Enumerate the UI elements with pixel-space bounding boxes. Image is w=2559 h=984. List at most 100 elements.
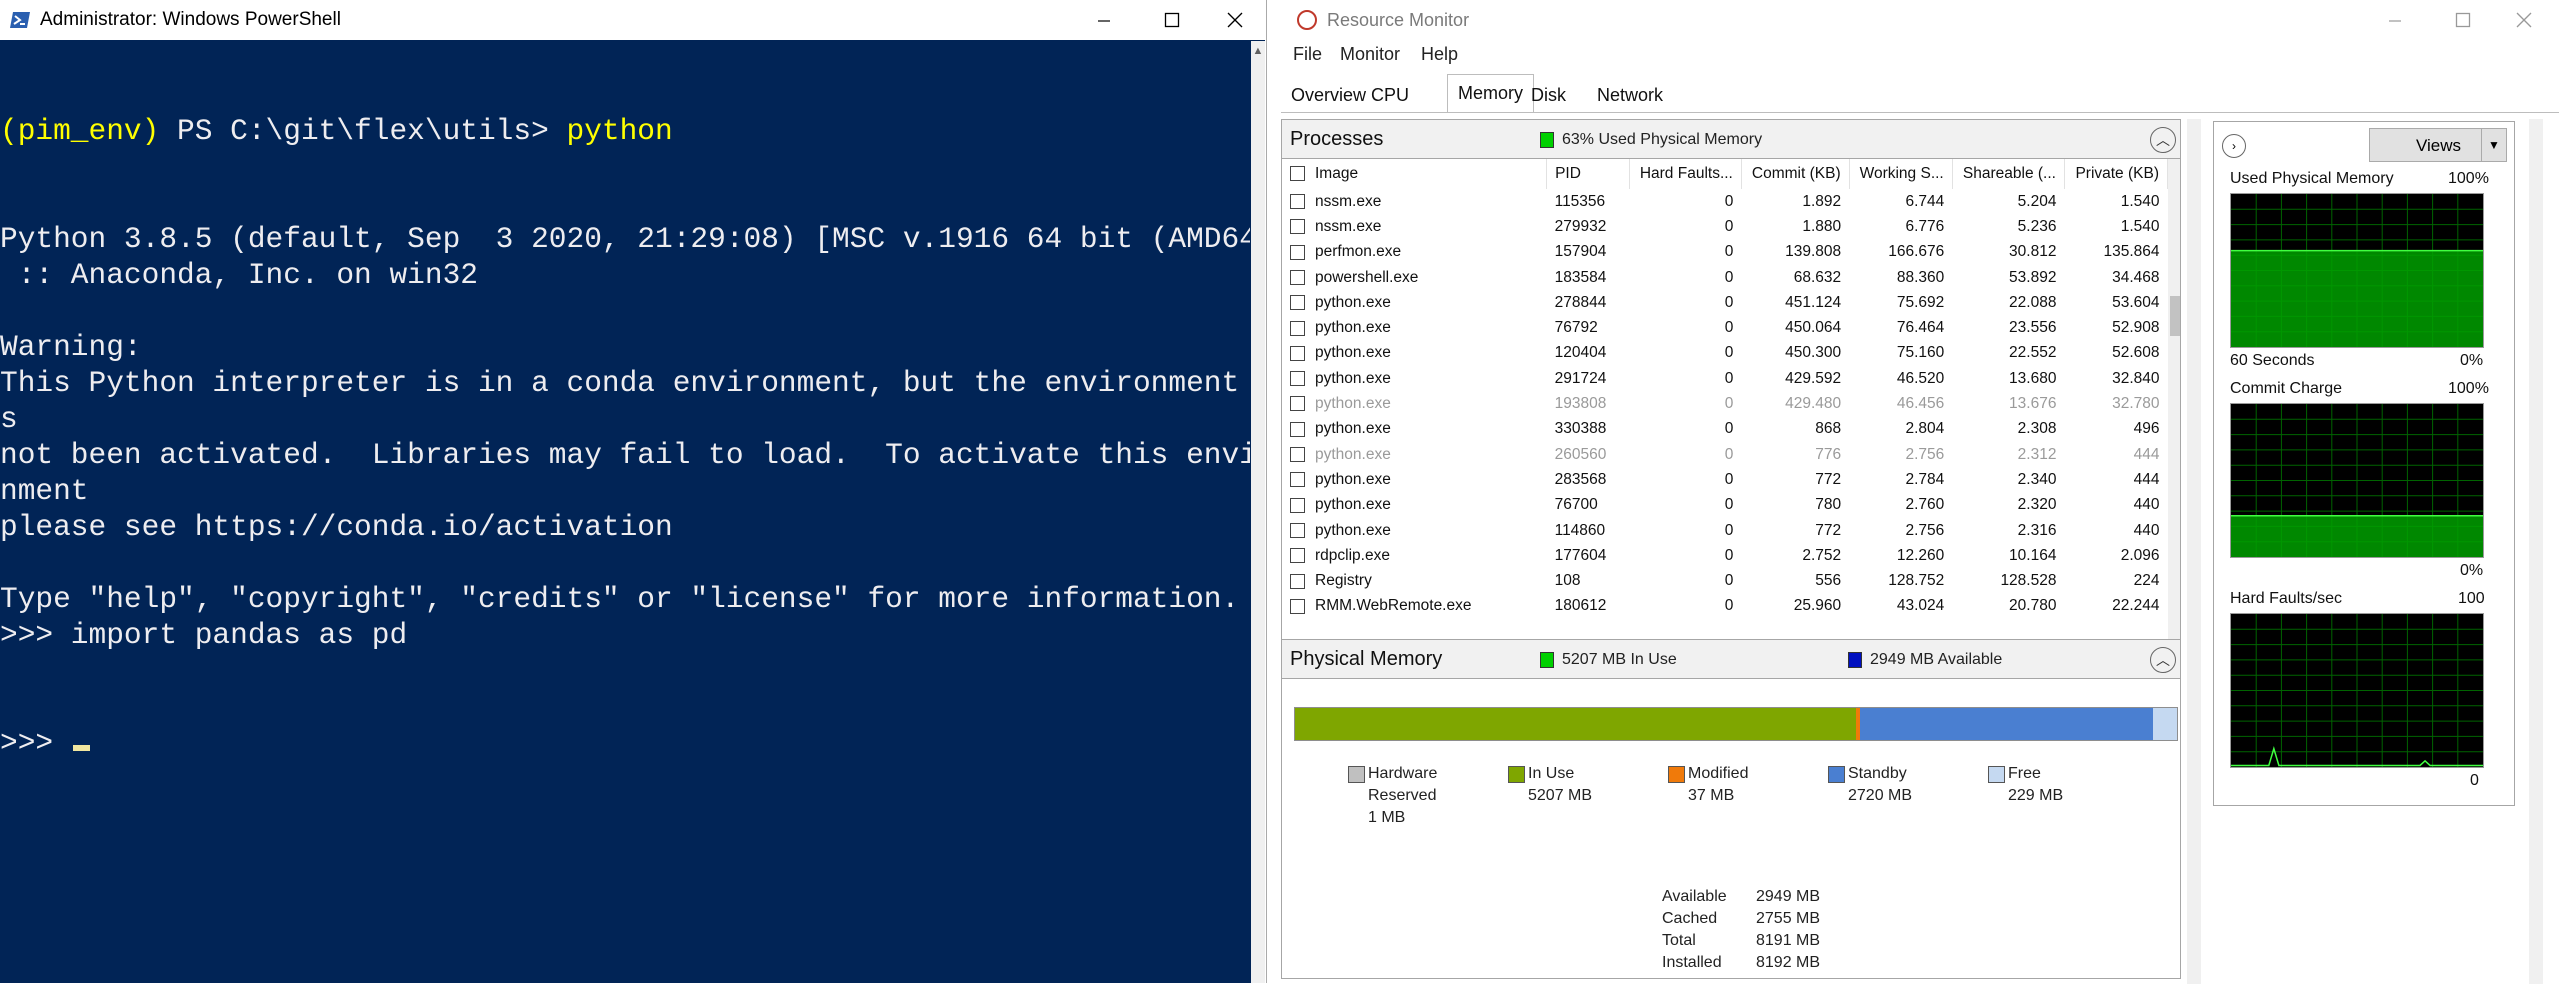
physical-memory-panel: Hardware Reserved 1 MB In Use 5207 MB Mo…	[1281, 679, 2181, 979]
column-working-set[interactable]: Working S...	[1849, 159, 1952, 189]
graphs-scrollbar[interactable]	[2529, 119, 2543, 984]
graph3-max: 100	[2458, 590, 2485, 608]
graphs-pane: › Views ▼ Used Physical Memory 100% 60 S…	[2213, 121, 2515, 806]
row-checkbox[interactable]	[1290, 498, 1305, 513]
row-checkbox[interactable]	[1290, 548, 1305, 563]
column-image[interactable]: Image	[1282, 159, 1547, 189]
column-pid[interactable]: PID	[1547, 159, 1630, 189]
table-row[interactable]: python.exe2917240429.59246.52013.68032.8…	[1282, 366, 2168, 391]
chevron-right-icon: ›	[2232, 139, 2236, 153]
prompt-env: (pim_env)	[0, 114, 159, 148]
cell-pid: 279932	[1547, 214, 1630, 239]
table-row[interactable]: python.exe7670007802.7602.320440	[1282, 493, 2168, 518]
graph3-min: 0	[2470, 772, 2479, 790]
row-checkbox[interactable]	[1290, 245, 1305, 260]
cell-image: nssm.exe	[1282, 189, 1547, 214]
cell-working: 6.776	[1849, 214, 1952, 239]
resmon-title-bar[interactable]: Resource Monitor	[1267, 0, 2559, 40]
table-row[interactable]: python.exe33038808682.8042.308496	[1282, 417, 2168, 442]
row-checkbox[interactable]	[1290, 599, 1305, 614]
column-commit[interactable]: Commit (KB)	[1741, 159, 1849, 189]
table-row[interactable]: RMM.WebRemote.exe180612025.96043.02420.7…	[1282, 594, 2168, 619]
views-button[interactable]: Views ▼	[2369, 128, 2507, 162]
column-hard-faults[interactable]: Hard Faults...	[1629, 159, 1741, 189]
row-checkbox[interactable]	[1290, 574, 1305, 589]
table-row[interactable]: python.exe28356807722.7842.340444	[1282, 467, 2168, 492]
expand-graphs-button[interactable]: ›	[2222, 134, 2246, 158]
cell-pid: 157904	[1547, 240, 1630, 265]
legend-free: Free 229 MB	[2008, 763, 2063, 807]
cell-commit: 772	[1741, 518, 1849, 543]
table-row[interactable]: python.exe767920450.06476.46423.55652.90…	[1282, 315, 2168, 340]
row-checkbox[interactable]	[1290, 321, 1305, 336]
minimize-button[interactable]	[1070, 0, 1138, 40]
cell-image: python.exe	[1282, 442, 1547, 467]
cell-shareable: 22.088	[1952, 290, 2064, 315]
row-checkbox[interactable]	[1290, 447, 1305, 462]
close-button[interactable]	[1206, 0, 1264, 40]
table-row[interactable]: python.exe1204040450.30075.16022.55252.6…	[1282, 341, 2168, 366]
column-private[interactable]: Private (KB)	[2064, 159, 2167, 189]
row-checkbox[interactable]	[1290, 472, 1305, 487]
menu-help[interactable]: Help	[1421, 44, 1458, 65]
resmon-minimize-button[interactable]	[2361, 0, 2429, 40]
commit-charge-graph	[2230, 403, 2484, 558]
console-scrollbar[interactable]: ▲	[1251, 41, 1265, 983]
table-row[interactable]: python.exe26056007762.7562.312444	[1282, 442, 2168, 467]
physical-memory-header[interactable]: Physical Memory 5207 MB In Use 2949 MB A…	[1281, 639, 2181, 679]
cell-pid: 177604	[1547, 543, 1630, 568]
content-scrollbar[interactable]	[2187, 119, 2201, 984]
table-row[interactable]: python.exe1938080429.48046.45613.67632.7…	[1282, 391, 2168, 416]
cell-commit: 429.592	[1741, 366, 1849, 391]
table-row[interactable]: powershell.exe183584068.63288.36053.8923…	[1282, 265, 2168, 290]
row-checkbox[interactable]	[1290, 523, 1305, 538]
table-row[interactable]: Registry1080556128.752128.528224	[1282, 568, 2168, 593]
row-checkbox[interactable]	[1290, 270, 1305, 285]
select-all-checkbox[interactable]	[1290, 166, 1305, 181]
scroll-thumb[interactable]	[2170, 296, 2180, 336]
processes-scrollbar[interactable]	[2168, 159, 2181, 669]
table-row[interactable]: nssm.exe11535601.8926.7445.2041.540	[1282, 189, 2168, 214]
powershell-title-bar[interactable]: Administrator: Windows PowerShell	[0, 0, 1265, 40]
table-row[interactable]: nssm.exe27993201.8806.7765.2361.540	[1282, 214, 2168, 239]
in-use-swatch	[1540, 652, 1554, 668]
cell-commit: 1.880	[1741, 214, 1849, 239]
cell-faults: 0	[1629, 189, 1741, 214]
tab-cpu[interactable]: CPU	[1361, 78, 1419, 112]
used-physical-memory-graph	[2230, 193, 2484, 348]
row-checkbox[interactable]	[1290, 194, 1305, 209]
row-checkbox[interactable]	[1290, 396, 1305, 411]
row-checkbox[interactable]	[1290, 219, 1305, 234]
table-row[interactable]: perfmon.exe1579040139.808166.67630.81213…	[1282, 240, 2168, 265]
row-checkbox[interactable]	[1290, 295, 1305, 310]
resmon-maximize-button[interactable]	[2429, 0, 2497, 40]
row-checkbox[interactable]	[1290, 371, 1305, 386]
tab-network[interactable]: Network	[1587, 78, 1673, 112]
available-summary: 2949 MB Available	[1870, 651, 2002, 669]
scroll-up-icon[interactable]: ▲	[1251, 45, 1265, 57]
tab-disk[interactable]: Disk	[1521, 78, 1576, 112]
processes-table-container: Image PID Hard Faults... Commit (KB) Wor…	[1281, 159, 2181, 670]
collapse-physical-button[interactable]: ︿	[2150, 647, 2176, 673]
table-row[interactable]: python.exe11486007722.7562.316440	[1282, 518, 2168, 543]
cell-shareable: 128.528	[1952, 568, 2064, 593]
cell-pid: 291724	[1547, 366, 1630, 391]
views-dropdown-icon[interactable]: ▼	[2481, 129, 2506, 161]
menu-file[interactable]: File	[1293, 44, 1322, 65]
resmon-close-button[interactable]	[2493, 0, 2555, 40]
collapse-processes-button[interactable]: ︿	[2150, 127, 2176, 153]
table-row[interactable]: rdpclip.exe17760402.75212.26010.1642.096	[1282, 543, 2168, 568]
cell-working: 2.804	[1849, 417, 1952, 442]
column-shareable[interactable]: Shareable (...	[1952, 159, 2064, 189]
console-output[interactable]: (pim_env) PS C:\git\flex\utils> python P…	[0, 41, 1250, 983]
row-checkbox[interactable]	[1290, 346, 1305, 361]
processes-header[interactable]: Processes 63% Used Physical Memory ︿	[1281, 119, 2181, 159]
text-cursor	[73, 745, 90, 751]
table-row[interactable]: python.exe2788440451.12475.69222.08853.6…	[1282, 290, 2168, 315]
cell-working: 88.360	[1849, 265, 1952, 290]
cell-working: 46.456	[1849, 391, 1952, 416]
processes-status: 63% Used Physical Memory	[1562, 131, 1762, 149]
maximize-button[interactable]	[1138, 0, 1206, 40]
row-checkbox[interactable]	[1290, 422, 1305, 437]
menu-monitor[interactable]: Monitor	[1340, 44, 1400, 65]
